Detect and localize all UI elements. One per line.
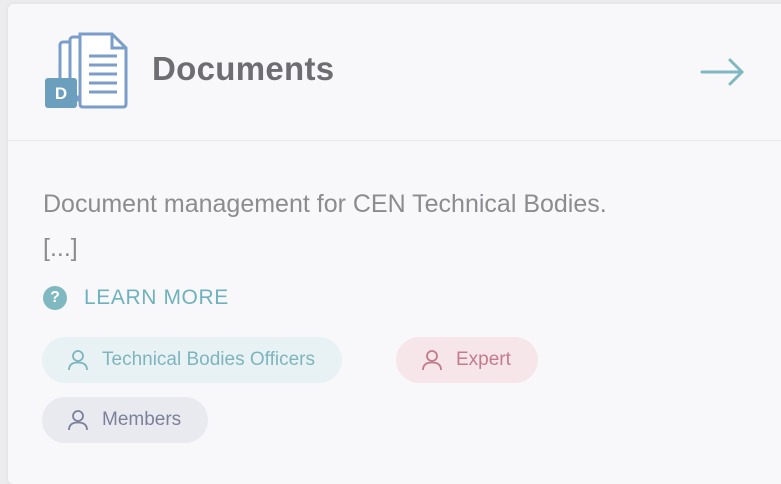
description-ellipsis: [...]: [43, 234, 78, 262]
user-icon: [68, 350, 88, 371]
learn-more-label: LEARN MORE: [84, 286, 229, 309]
icon-badge-letter: D: [55, 84, 67, 103]
help-icon: ?: [43, 286, 67, 310]
role-tag-members: Members: [42, 397, 209, 443]
role-tag-technical-bodies-officers: Technical Bodies Officers: [42, 337, 342, 383]
documents-card: D Documents Document management for CEN …: [8, 4, 781, 484]
user-icon: [68, 410, 88, 431]
arrow-right-icon[interactable]: [698, 54, 746, 90]
role-tag-expert: Expert: [396, 337, 538, 383]
learn-more-link[interactable]: ? LEARN MORE: [43, 284, 229, 312]
role-tag-label: Technical Bodies Officers: [102, 349, 315, 370]
card-header: D Documents: [8, 4, 781, 141]
documents-icon: D: [45, 32, 128, 109]
role-tag-label: Expert: [456, 349, 511, 370]
role-tag-label: Members: [102, 409, 182, 430]
card-title: Documents: [152, 50, 335, 87]
card-description: Document management for CEN Technical Bo…: [43, 182, 763, 270]
user-icon: [422, 350, 442, 371]
description-text: Document management for CEN Technical Bo…: [43, 190, 607, 218]
